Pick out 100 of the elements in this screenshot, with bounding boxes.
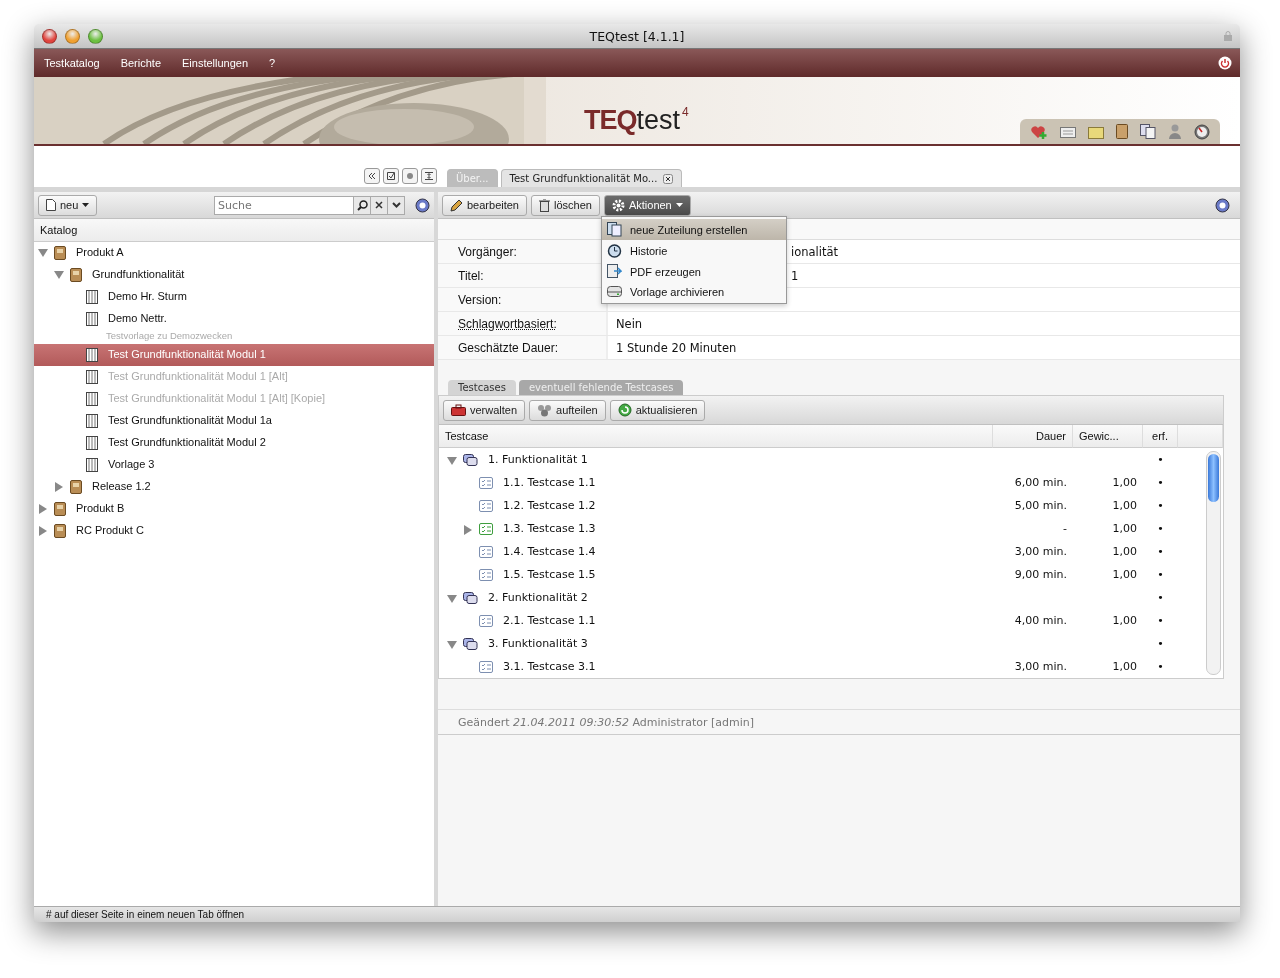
weight-cell: 1,00 (1112, 499, 1137, 512)
new-button[interactable]: neu (38, 194, 98, 216)
close-icon[interactable] (663, 173, 674, 184)
minimize-button[interactable] (65, 28, 80, 44)
card-icon[interactable] (1060, 124, 1076, 139)
catalog-item[interactable]: Vorlage 3 (34, 454, 434, 476)
user-icon[interactable] (1168, 124, 1182, 139)
zoom-button[interactable] (88, 28, 103, 44)
catalog-item[interactable]: Demo Nettr. Testvorlage zu Demozwecken (34, 308, 434, 344)
collapse-all-button[interactable] (364, 168, 380, 184)
testcase-name: 2.1. Testcase 1.1 (503, 614, 596, 627)
catalog-item[interactable]: Test Grundfunktionalität Modul 1a (34, 410, 434, 432)
status-text: # auf dieser Seite in einem neuen Tab öffnen (46, 909, 245, 920)
expand-all-button[interactable] (421, 168, 437, 184)
change-info: Geändert 21.04.2011 09:30:52 Administrator [admin] (458, 715, 754, 729)
refresh-icon (617, 403, 632, 417)
required-mark: • (1157, 545, 1164, 558)
book-icon (54, 502, 66, 516)
checkbox-button[interactable] (383, 168, 399, 184)
collapsed-arrow-icon[interactable] (38, 526, 48, 536)
menu-item[interactable]: Testkatalog (44, 57, 100, 69)
column-header[interactable]: erf. (1143, 425, 1178, 448)
gauge-icon[interactable] (1194, 123, 1210, 140)
catalog-item[interactable]: Produkt A (34, 242, 434, 264)
table-sheet-icon (86, 414, 98, 428)
book-icon (54, 246, 66, 260)
document-export-icon (607, 264, 622, 279)
duration-cell: 3,00 min. (1014, 660, 1067, 673)
menu-item[interactable]: neue Zuteilung erstellen (602, 219, 786, 240)
expanded-arrow-icon[interactable] (38, 248, 48, 258)
field-value: Nein (616, 316, 643, 331)
table-sheet-icon (86, 436, 98, 450)
expanded-arrow-icon[interactable] (54, 270, 64, 280)
catalog-item[interactable]: Release 1.2 (34, 476, 434, 498)
catalog-item[interactable]: Produkt B (34, 498, 434, 520)
search-icon[interactable] (354, 195, 371, 215)
pencil-icon (450, 198, 463, 212)
required-mark: • (1157, 499, 1164, 512)
catalog-item[interactable]: RC Produkt C (34, 520, 434, 542)
weight-cell: 1,00 (1112, 614, 1137, 627)
toolbar-button[interactable]: aktualisieren (609, 399, 706, 421)
documents-icon[interactable] (1140, 124, 1156, 139)
scroll-thumb[interactable] (1208, 454, 1219, 502)
folder-icon[interactable] (1088, 124, 1104, 139)
catalog-item-label: Test Grundfunktionalität Modul 1a (108, 414, 272, 426)
menu-item[interactable]: Einstellungen (182, 57, 249, 69)
menu-item[interactable]: PDF erzeugen (602, 261, 786, 282)
column-header[interactable]: Testcase (439, 425, 993, 448)
book-icon (70, 268, 82, 282)
testcase-name: 1.5. Testcase 1.5 (503, 568, 596, 581)
window-title: TEQtest [4.1.1] (589, 28, 685, 44)
catalog-item[interactable]: Test Grundfunktionalität Modul 2 (34, 432, 434, 454)
dropdown-icon[interactable] (388, 195, 405, 215)
menu-item[interactable]: ? (269, 57, 276, 69)
actions-menu-button[interactable]: Aktionen (603, 194, 691, 216)
field-value: 1 (791, 268, 799, 283)
tab[interactable]: Testcases (448, 380, 516, 395)
search-field[interactable]: Suche (214, 195, 354, 215)
documents-icon (607, 222, 622, 237)
tab[interactable]: Test Grundfunktionalität Mo... (500, 169, 683, 187)
clock-icon (607, 243, 622, 258)
menu-item[interactable]: Historie (602, 240, 786, 261)
menu-item[interactable]: Berichte (120, 57, 161, 69)
close-button[interactable] (42, 28, 57, 44)
collapsed-arrow-icon[interactable] (463, 524, 473, 535)
power-icon[interactable] (1218, 56, 1232, 70)
column-header[interactable]: Gewic... (1073, 425, 1143, 448)
scrollbar[interactable] (1206, 451, 1221, 675)
help-icon[interactable] (415, 197, 430, 213)
toolbar-button[interactable]: verwalten (443, 399, 526, 421)
table-sheet-icon (86, 348, 98, 362)
caret-icon (82, 203, 90, 207)
catalog-item-label: Vorlage 3 (108, 458, 155, 470)
book-icon[interactable] (1116, 124, 1128, 139)
toolbar-button[interactable]: löschen (531, 194, 600, 216)
checkbox-icon (387, 172, 395, 180)
menu-item[interactable]: Vorlage archivieren (602, 282, 786, 301)
testcase-name: 3. Funktionalität 3 (488, 637, 588, 650)
expanded-arrow-icon[interactable] (447, 455, 457, 466)
weight-cell: 1,00 (1112, 522, 1137, 535)
book-icon (70, 480, 82, 494)
catalog-item[interactable]: Test Grundfunktionalität Modul 1 (34, 344, 434, 366)
catalog-item-label: Produkt A (76, 246, 124, 258)
expanded-arrow-icon[interactable] (447, 593, 457, 604)
required-mark: • (1157, 522, 1164, 535)
weight-cell: 1,00 (1112, 545, 1137, 558)
toolbar-button[interactable]: bearbeiten (442, 194, 527, 216)
logo-version: 4 (682, 105, 689, 119)
catalog-item[interactable]: Demo Hr. Sturm (34, 286, 434, 308)
help-icon[interactable] (1215, 197, 1230, 213)
expanded-arrow-icon[interactable] (447, 639, 457, 650)
column-header[interactable]: Dauer (993, 425, 1073, 448)
collapsed-arrow-icon[interactable] (38, 504, 48, 514)
testcase-name: 1.4. Testcase 1.4 (503, 545, 596, 558)
clear-icon[interactable] (371, 195, 388, 215)
table-sheet-icon (86, 290, 98, 304)
toolbar-button[interactable]: aufteilen (529, 399, 606, 421)
catalog-item[interactable]: Grundfunktionalität (34, 264, 434, 286)
collapsed-arrow-icon[interactable] (54, 482, 64, 492)
add-heart-icon[interactable] (1030, 123, 1048, 140)
